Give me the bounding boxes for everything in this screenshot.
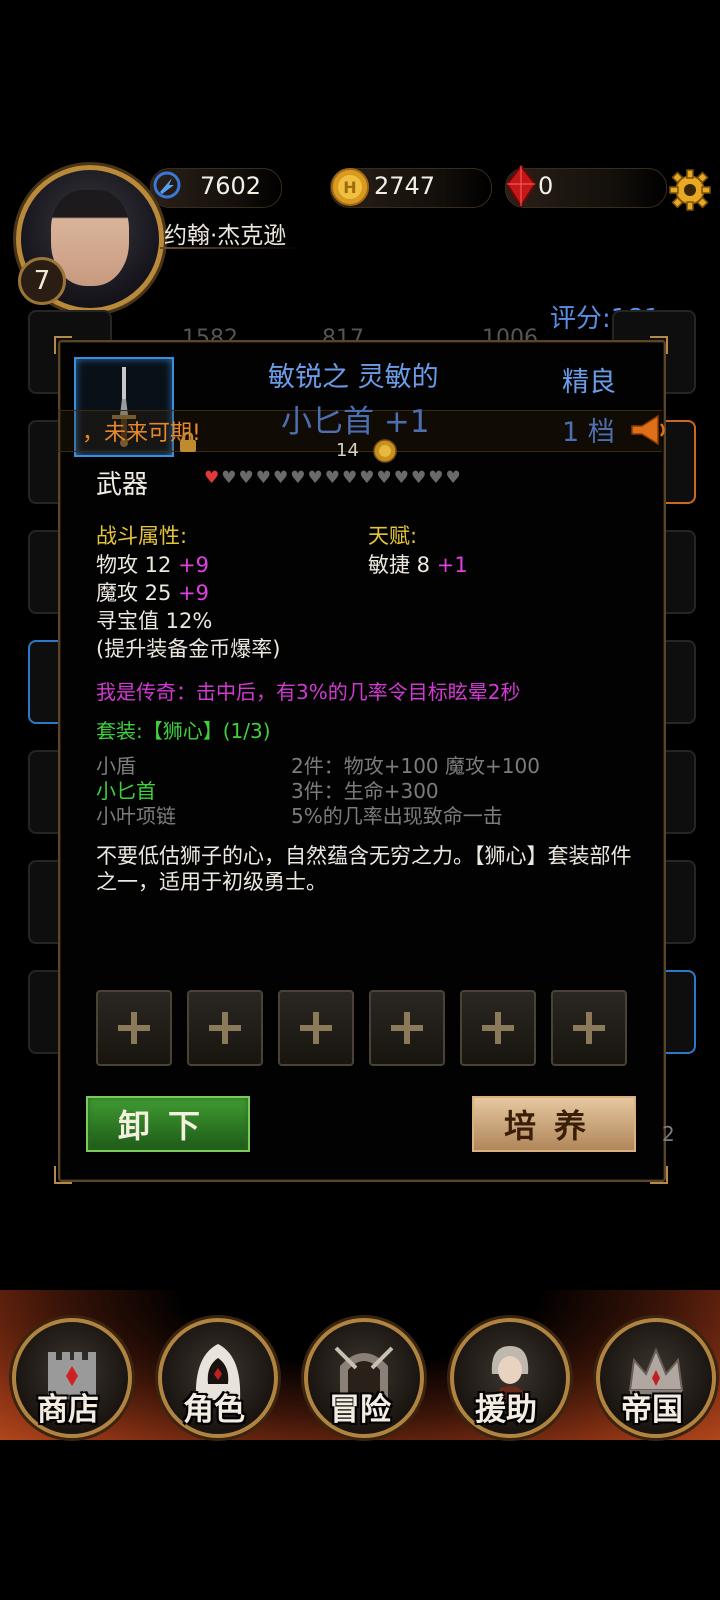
svg-text:H: H <box>343 178 356 197</box>
combat-stats-title: 战斗属性: <box>96 524 188 548</box>
nav-empire-label: 帝国 <box>621 1392 683 1428</box>
item-name: 小匕首 +1 <box>281 404 430 440</box>
stat-agility: 敏捷 8 +1 <box>368 553 468 577</box>
plus-icon <box>300 1012 332 1044</box>
item-category: 武器 <box>96 470 149 500</box>
panel-corner-ornament <box>54 336 72 354</box>
heart-icon: ♥ <box>445 468 461 488</box>
durability-hearts: ♥ ♥ ♥ ♥ ♥ ♥ ♥ ♥ ♥ ♥ ♥ ♥ ♥ ♥ ♥ <box>204 470 461 487</box>
gem-value: 0 <box>538 172 554 200</box>
energy-icon <box>153 171 181 199</box>
train-button[interactable]: 培养 <box>472 1096 636 1152</box>
item-tier: 1 档 <box>562 417 615 448</box>
red-gem-icon <box>505 164 537 208</box>
stat-treasure-note: (提升装备金币爆率) <box>96 637 281 661</box>
gem-socket[interactable] <box>551 990 627 1066</box>
unequip-button[interactable]: 卸下 <box>86 1096 250 1152</box>
nav-shop-label: 商店 <box>37 1392 99 1428</box>
panel-corner-ornament <box>54 1166 72 1184</box>
panel-corner-ornament <box>650 336 668 354</box>
legendary-effect: 我是传奇：击中后，有3%的几率令目标眩晕2秒 <box>96 680 521 704</box>
plus-icon <box>573 1012 605 1044</box>
player-level-badge: 7 <box>18 257 66 305</box>
name-underline <box>160 247 300 249</box>
heart-icon: ♥ <box>238 468 254 488</box>
energy-value: 7602 <box>200 172 262 200</box>
heart-icon: ♥ <box>324 468 340 488</box>
heart-icon: ♥ <box>221 468 237 488</box>
gem-socket[interactable] <box>460 990 536 1066</box>
heart-icon: ♥ <box>359 468 375 488</box>
item-prefix: 敏锐之 灵敏的 <box>268 362 439 393</box>
heart-icon: ♥ <box>290 468 306 488</box>
heart-icon: ♥ <box>273 468 289 488</box>
plus-icon <box>391 1012 423 1044</box>
set-bonus-5: 5%的几率出现致命一击 <box>291 804 503 828</box>
plus-icon <box>482 1012 514 1044</box>
player-name: 约翰·杰克逊 <box>164 223 287 249</box>
heart-icon: ♥ <box>342 468 358 488</box>
score-label: 评分: <box>550 304 611 334</box>
gem-socket[interactable] <box>369 990 445 1066</box>
set-title: 套装:【狮心】(1/3) <box>96 719 271 743</box>
lock-icon[interactable] <box>176 430 200 454</box>
nav-support-label: 援助 <box>475 1392 537 1428</box>
small-coin-icon <box>373 439 397 463</box>
stat-magic-attack: 魔攻 25 +9 <box>96 581 210 605</box>
nav-character-label: 角色 <box>183 1392 245 1428</box>
heart-icon: ♥ <box>255 468 271 488</box>
nav-adventure-label: 冒险 <box>329 1392 391 1428</box>
heart-icon: ♥ <box>376 468 392 488</box>
announcement-horn-icon[interactable] <box>628 412 668 448</box>
heart-icon: ♥ <box>204 468 220 488</box>
settings-gear-icon[interactable] <box>668 168 712 212</box>
stat-treasure-find: 寻宝值 12% <box>96 609 213 633</box>
heart-icon: ♥ <box>393 468 409 488</box>
heart-icon: ♥ <box>307 468 323 488</box>
item-quality: 精良 <box>562 367 616 398</box>
plus-icon <box>118 1012 150 1044</box>
side-number: 2 <box>662 1122 675 1146</box>
set-item-necklace: 小叶项链 <box>96 804 176 828</box>
plus-icon <box>209 1012 241 1044</box>
coin-count: 14 <box>336 440 359 461</box>
gold-coin-icon: H <box>331 168 369 206</box>
gem-socket[interactable] <box>96 990 172 1066</box>
talent-title: 天赋: <box>368 524 418 548</box>
gem-socket[interactable] <box>278 990 354 1066</box>
item-description: 不要低估狮子的心，自然蕴含无穷之力。【狮心】套装部件之一，适用于初级勇士。 <box>96 844 632 894</box>
panel-corner-ornament <box>650 1166 668 1184</box>
heart-icon: ♥ <box>411 468 427 488</box>
stat-physical-attack: 物攻 12 +9 <box>96 553 210 577</box>
heart-icon: ♥ <box>428 468 444 488</box>
gold-value: 2747 <box>374 172 436 200</box>
gem-socket[interactable] <box>187 990 263 1066</box>
